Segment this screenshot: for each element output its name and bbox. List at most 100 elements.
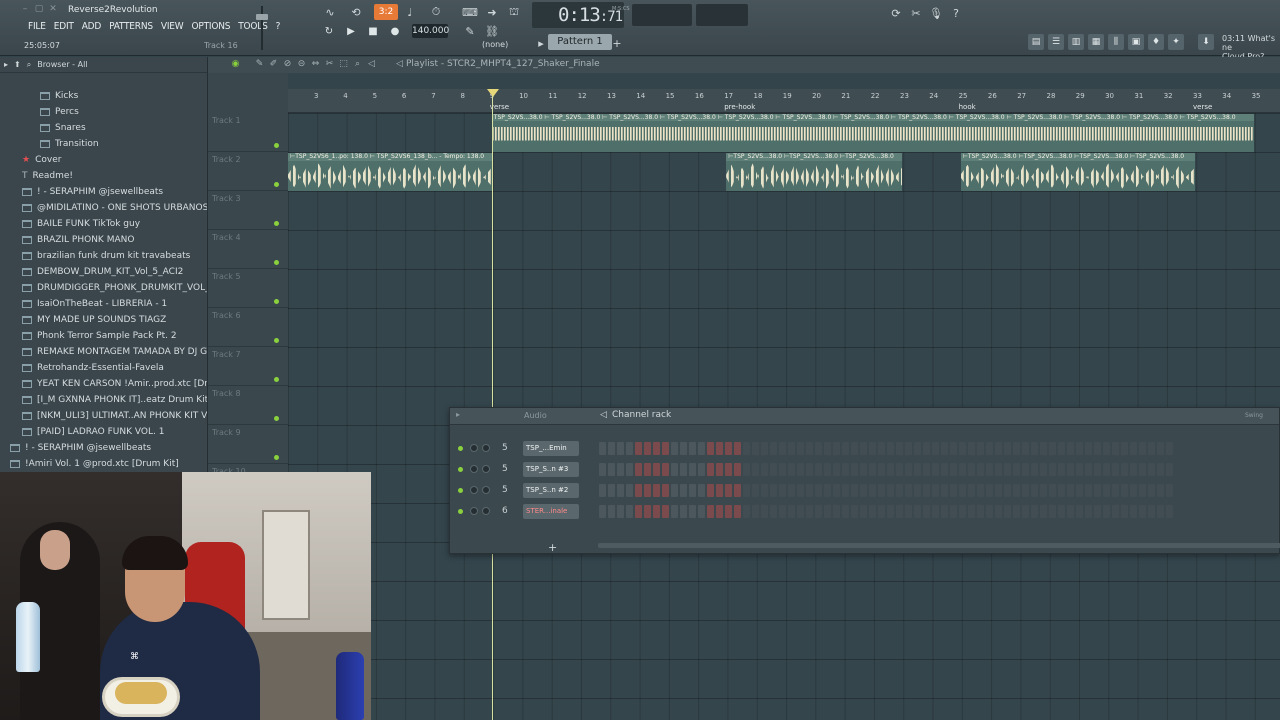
step-button[interactable] bbox=[1139, 484, 1146, 497]
step-button[interactable] bbox=[1103, 484, 1110, 497]
step-button[interactable] bbox=[842, 463, 849, 476]
timeline-ruler[interactable]: 3456789101112131415161718192021222324252… bbox=[288, 89, 1280, 113]
step-button[interactable] bbox=[968, 484, 975, 497]
step-button[interactable] bbox=[761, 484, 768, 497]
browser-item[interactable]: YEAT KEN CARSON !Amir..prod.xtc [Drum Ki… bbox=[0, 376, 207, 392]
master-volume-handle[interactable] bbox=[256, 14, 268, 20]
step-button[interactable] bbox=[770, 463, 777, 476]
step-button[interactable] bbox=[635, 505, 642, 518]
menu-help[interactable]: ? bbox=[272, 19, 285, 34]
menu-options[interactable]: OPTIONS bbox=[187, 19, 234, 34]
step-button[interactable] bbox=[653, 484, 660, 497]
step-button[interactable] bbox=[923, 484, 930, 497]
mixer-track-number[interactable]: 6 bbox=[502, 506, 508, 516]
step-button[interactable] bbox=[950, 505, 957, 518]
channel-name-button[interactable]: TSP_...Emin bbox=[523, 441, 579, 456]
typing-keyboard-icon[interactable]: ⌨ bbox=[460, 3, 480, 21]
step-button[interactable] bbox=[833, 484, 840, 497]
step-button[interactable] bbox=[932, 505, 939, 518]
step-button[interactable] bbox=[743, 463, 750, 476]
channel-rack-window-icon[interactable]: ☰ bbox=[1048, 34, 1064, 50]
step-edit-icon[interactable]: ➜ bbox=[482, 3, 502, 21]
step-button[interactable] bbox=[1058, 505, 1065, 518]
step-button[interactable] bbox=[833, 505, 840, 518]
step-button[interactable] bbox=[1022, 505, 1029, 518]
step-button[interactable] bbox=[779, 442, 786, 455]
step-button[interactable] bbox=[977, 505, 984, 518]
pan-knob[interactable] bbox=[470, 486, 478, 494]
step-button[interactable] bbox=[1049, 484, 1056, 497]
step-button[interactable] bbox=[833, 463, 840, 476]
play-icon[interactable]: ▶ bbox=[342, 22, 360, 40]
step-button[interactable] bbox=[599, 484, 606, 497]
browser-item[interactable]: Percs bbox=[0, 104, 207, 120]
step-button[interactable] bbox=[941, 484, 948, 497]
step-button[interactable] bbox=[608, 484, 615, 497]
step-button[interactable] bbox=[1166, 505, 1173, 518]
step-button[interactable] bbox=[1031, 442, 1038, 455]
step-button[interactable] bbox=[1166, 463, 1173, 476]
help-icon[interactable]: ? bbox=[946, 4, 966, 22]
step-button[interactable] bbox=[905, 442, 912, 455]
wrench-icon[interactable]: ✦ bbox=[1168, 34, 1184, 50]
step-button[interactable] bbox=[689, 442, 696, 455]
step-button[interactable] bbox=[923, 505, 930, 518]
step-button[interactable] bbox=[950, 484, 957, 497]
browser-item[interactable]: Transition bbox=[0, 136, 207, 152]
step-button[interactable] bbox=[869, 505, 876, 518]
step-button[interactable] bbox=[788, 484, 795, 497]
step-button[interactable] bbox=[1013, 442, 1020, 455]
browser-item[interactable]: !Amiri Vol. 1 @prod.xtc [Drum Kit] bbox=[0, 456, 207, 472]
cut-tools-icon[interactable]: ✂ bbox=[906, 4, 926, 22]
step-button[interactable] bbox=[905, 484, 912, 497]
step-button[interactable] bbox=[986, 463, 993, 476]
tempo-display[interactable]: 140.000 bbox=[412, 24, 449, 38]
step-button[interactable] bbox=[941, 463, 948, 476]
step-button[interactable] bbox=[824, 484, 831, 497]
step-button[interactable] bbox=[797, 463, 804, 476]
step-button[interactable] bbox=[1130, 484, 1137, 497]
step-button[interactable] bbox=[977, 484, 984, 497]
step-button[interactable] bbox=[797, 484, 804, 497]
step-button[interactable] bbox=[644, 484, 651, 497]
mixer-track-number[interactable]: 5 bbox=[502, 485, 508, 495]
audio-clip[interactable]: ⊢TSP_S2VS...38.0 ⊢TSP_S2VS...38.0 ⊢TSP_S… bbox=[726, 153, 902, 191]
step-button[interactable] bbox=[680, 442, 687, 455]
browser-item[interactable]: MY MADE UP SOUNDS TIAGZ bbox=[0, 312, 207, 328]
step-button[interactable] bbox=[599, 505, 606, 518]
mic-icon[interactable]: 🎙 bbox=[926, 4, 946, 22]
step-button[interactable] bbox=[887, 442, 894, 455]
step-button[interactable] bbox=[617, 484, 624, 497]
step-button[interactable] bbox=[770, 484, 777, 497]
step-button[interactable] bbox=[1067, 484, 1074, 497]
step-button[interactable] bbox=[1166, 484, 1173, 497]
step-button[interactable] bbox=[761, 442, 768, 455]
step-button[interactable] bbox=[698, 484, 705, 497]
touch-keyboard-icon[interactable]: ♦ bbox=[1148, 34, 1164, 50]
step-button[interactable] bbox=[1103, 442, 1110, 455]
add-channel-button[interactable]: + bbox=[548, 541, 557, 554]
step-button[interactable] bbox=[1031, 463, 1038, 476]
step-button[interactable] bbox=[878, 463, 885, 476]
menu-file[interactable]: FILE bbox=[24, 19, 50, 34]
browser-item[interactable]: [I_M GXNNA PHONK IT]..eatz Drum Kit vol … bbox=[0, 392, 207, 408]
step-button[interactable] bbox=[923, 442, 930, 455]
step-button[interactable] bbox=[743, 505, 750, 518]
track-header[interactable]: Track 2 bbox=[208, 152, 288, 191]
step-button[interactable] bbox=[662, 463, 669, 476]
step-button[interactable] bbox=[1103, 505, 1110, 518]
step-button[interactable] bbox=[644, 463, 651, 476]
step-button[interactable] bbox=[806, 463, 813, 476]
step-button[interactable] bbox=[950, 442, 957, 455]
step-button[interactable] bbox=[959, 442, 966, 455]
step-button[interactable] bbox=[770, 505, 777, 518]
menu-edit[interactable]: EDIT bbox=[50, 19, 78, 34]
step-button[interactable] bbox=[1022, 442, 1029, 455]
step-button[interactable] bbox=[1139, 442, 1146, 455]
browser-item[interactable]: DEMBOW_DRUM_KIT_Vol_5_ACI2 bbox=[0, 264, 207, 280]
step-button[interactable] bbox=[842, 484, 849, 497]
menu-add[interactable]: ADD bbox=[78, 19, 105, 34]
step-button[interactable] bbox=[878, 505, 885, 518]
step-button[interactable] bbox=[788, 505, 795, 518]
browser-item[interactable]: REMAKE MONTAGEM TAMADA BY DJ GYX bbox=[0, 344, 207, 360]
